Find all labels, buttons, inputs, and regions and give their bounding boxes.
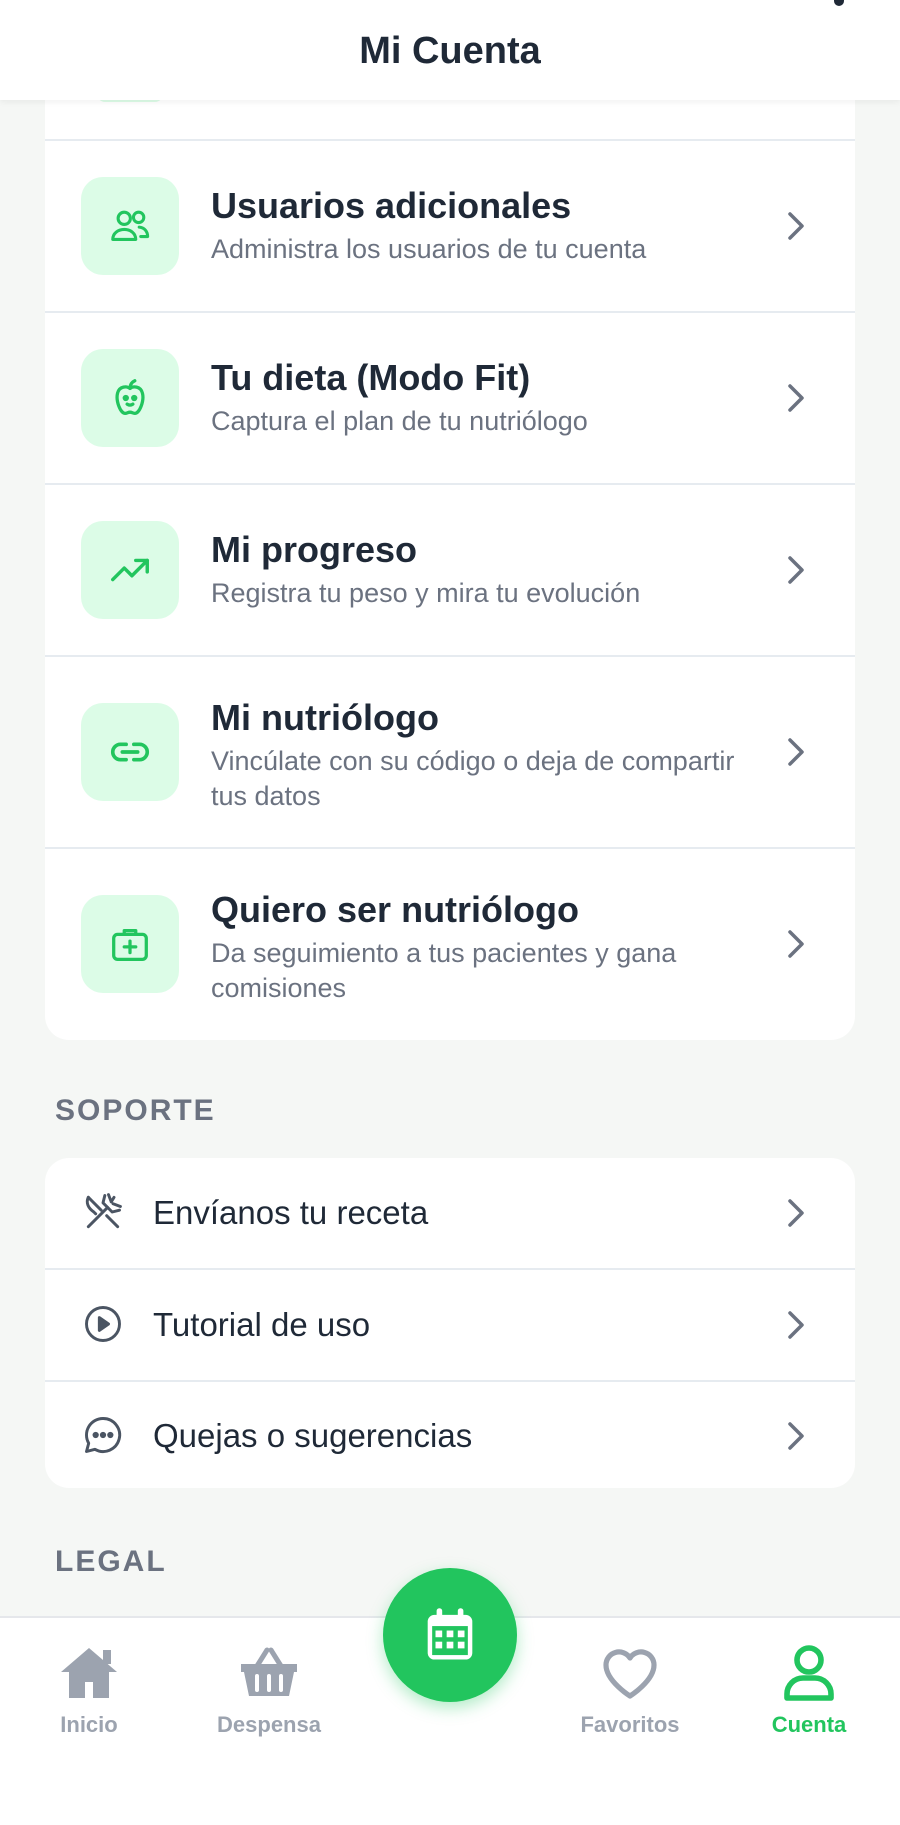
- chevron-right-icon: [788, 930, 804, 958]
- chevron-right-icon: [788, 1422, 804, 1450]
- account-item-progress[interactable]: Mi progreso Registra tu peso y mira tu e…: [45, 485, 855, 655]
- account-item-diet[interactable]: Tu dieta (Modo Fit) Captura el plan de t…: [45, 313, 855, 483]
- medical-case-icon: [81, 895, 179, 993]
- heart-icon: [603, 1649, 657, 1699]
- item-subtitle: Administra los usuarios de tu cuenta: [211, 234, 647, 264]
- nav-label: Favoritos: [580, 1712, 680, 1737]
- user-icon: [784, 1645, 834, 1701]
- link-icon: [81, 703, 179, 801]
- calendar-fab-button[interactable]: [383, 1568, 517, 1702]
- chevron-right-icon: [788, 212, 804, 240]
- nav-label: Cuenta: [771, 1712, 847, 1737]
- item-title: Usuarios adicionales: [211, 185, 572, 226]
- support-item-feedback[interactable]: Quejas o sugerencias: [45, 1381, 855, 1491]
- play-circle-icon: [85, 1306, 121, 1342]
- support-item-label: Quejas o sugerencias: [153, 1417, 473, 1454]
- chevron-right-icon: [788, 556, 804, 584]
- apple-icon: [81, 349, 179, 447]
- support-item-label: Envíanos tu receta: [153, 1194, 429, 1231]
- top-bar: Mi Cuenta: [0, 0, 900, 100]
- section-label-support: SOPORTE: [55, 1094, 216, 1127]
- item-title: Tu dieta (Modo Fit): [211, 357, 531, 398]
- chevron-right-icon: [788, 1311, 804, 1339]
- nav-item-pantry[interactable]: Despensa: [194, 1642, 344, 1738]
- nav-item-home[interactable]: Inicio: [14, 1642, 164, 1738]
- account-item-my-nutritionist[interactable]: Mi nutriólogo Vincúlate con su código o …: [45, 657, 855, 847]
- item-subtitle: Vincúlate con su código o deja de compar…: [211, 746, 735, 811]
- item-subtitle: Registra tu peso y mira tu evolución: [211, 578, 641, 608]
- item-subtitle: Captura el plan de tu nutriólogo: [211, 406, 588, 436]
- trend-up-icon: [81, 521, 179, 619]
- home-icon: [61, 1648, 117, 1698]
- item-title: Mi nutriólogo: [211, 697, 439, 738]
- chevron-right-icon: [788, 1199, 804, 1227]
- chat-bubble-icon: [85, 1417, 122, 1453]
- utensils-icon: [85, 1193, 122, 1229]
- account-item-become-nutritionist[interactable]: Quiero ser nutriólogo Da seguimiento a t…: [45, 849, 855, 1039]
- page-title: Mi Cuenta: [359, 30, 541, 72]
- calendar-icon: [427, 1608, 473, 1660]
- nav-label: Despensa: [217, 1712, 321, 1737]
- status-indicator: [834, 0, 844, 6]
- account-item-additional-users[interactable]: Usuarios adicionales Administra los usua…: [45, 141, 855, 311]
- support-item-send-recipe[interactable]: Envíanos tu receta: [45, 1158, 855, 1268]
- item-title: Quiero ser nutriólogo: [211, 889, 580, 930]
- chevron-right-icon: [788, 738, 804, 766]
- basket-icon: [241, 1647, 297, 1696]
- support-item-tutorial[interactable]: Tutorial de uso: [45, 1270, 855, 1380]
- section-label-legal: LEGAL: [55, 1545, 167, 1578]
- item-subtitle: Da seguimiento a tus pacientes y gana co…: [211, 938, 677, 1003]
- users-icon: [81, 177, 179, 275]
- nav-item-account[interactable]: Cuenta: [734, 1642, 884, 1738]
- chevron-right-icon: [788, 384, 804, 412]
- support-item-label: Tutorial de uso: [153, 1306, 371, 1343]
- item-title: Mi progreso: [211, 529, 418, 570]
- nav-label: Inicio: [60, 1712, 118, 1737]
- nav-item-favorites[interactable]: Favoritos: [555, 1642, 705, 1738]
